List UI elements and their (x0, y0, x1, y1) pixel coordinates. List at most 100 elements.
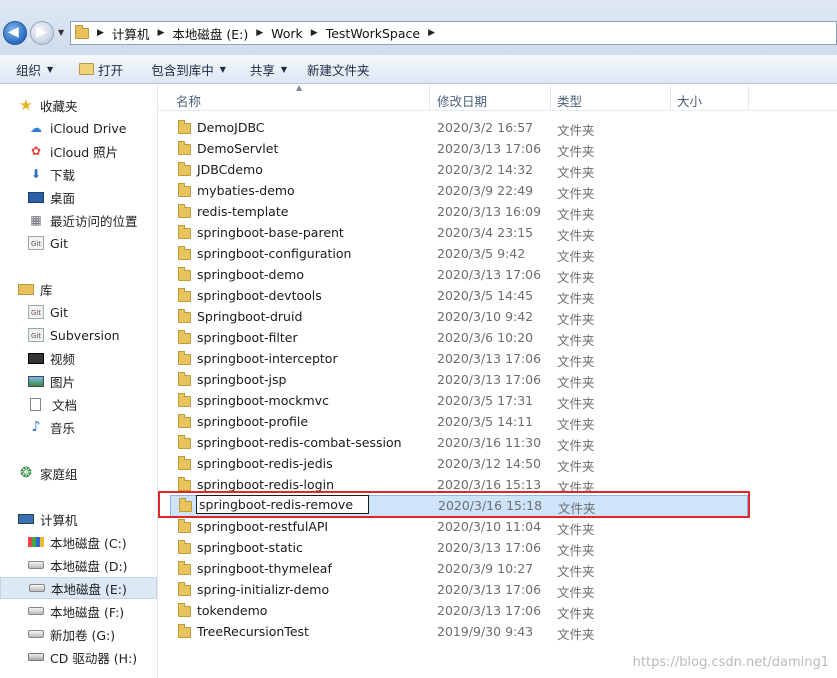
nav-drive-g[interactable]: 新加卷 (G:) (0, 623, 157, 645)
nav-drive-d[interactable]: 本地磁盘 (D:) (0, 554, 157, 576)
table-row[interactable]: springboot-thymeleaf 2020/3/9 10:27 文件夹 (158, 559, 758, 580)
breadcrumb-drive-e[interactable]: 本地磁盘 (E:) (172, 24, 248, 43)
share-button[interactable]: 共享 ▼ (236, 57, 297, 81)
nav-icloud-drive[interactable]: ☁ iCloud Drive (0, 117, 157, 139)
table-row[interactable]: tokendemo 2020/3/13 17:06 文件夹 (158, 601, 758, 622)
table-row[interactable]: springboot-static 2020/3/13 17:06 文件夹 (158, 538, 758, 559)
git-folder-icon: Git (28, 236, 44, 250)
breadcrumb-separator-icon[interactable]: ▶ (256, 28, 263, 38)
table-row[interactable]: springboot-base-parent 2020/3/4 23:15 文件夹 (158, 223, 758, 244)
table-row[interactable]: DemoJDBC 2020/3/2 16:57 文件夹 (158, 118, 758, 139)
nav-libraries[interactable]: 库 (0, 278, 157, 300)
breadcrumb-separator-icon[interactable]: ▶ (428, 28, 435, 38)
watermark: https://blog.csdn.net/daming1 (632, 655, 829, 670)
table-row[interactable]: springboot-configuration 2020/3/5 9:42 文件夹 (158, 244, 758, 265)
hard-drive-icon (28, 561, 44, 569)
column-header-size[interactable]: 大小 (677, 91, 702, 110)
folder-icon (178, 351, 191, 365)
nav-downloads[interactable]: ⬇ 下载 (0, 163, 157, 185)
new-folder-button[interactable]: 新建文件夹 (297, 57, 380, 81)
computer-icon (18, 514, 34, 524)
table-row[interactable]: springboot-redis-combat-session 2020/3/16… (158, 433, 758, 454)
table-row[interactable]: springboot-jsp 2020/3/13 17:06 文件夹 (158, 370, 758, 391)
breadcrumb-testworkspace[interactable]: TestWorkSpace (326, 26, 420, 41)
table-row[interactable]: springboot-filter 2020/3/6 10:20 文件夹 (158, 328, 758, 349)
table-row[interactable]: springboot-profile 2020/3/5 14:11 文件夹 (158, 412, 758, 433)
git-folder-icon: Git (28, 305, 44, 319)
folder-icon (178, 561, 191, 575)
table-row[interactable]: mybaties-demo 2020/3/9 22:49 文件夹 (158, 181, 758, 202)
table-row[interactable]: Springboot-druid 2020/3/10 9:42 文件夹 (158, 307, 758, 328)
table-row[interactable]: springboot-devtools 2020/3/5 14:45 文件夹 (158, 286, 758, 307)
desktop-icon (28, 191, 44, 203)
address-path-box[interactable]: ▶ 计算机 ▶ 本地磁盘 (E:) ▶ Work ▶ TestWorkSpace… (70, 21, 837, 45)
nav-computer[interactable]: 计算机 (0, 508, 157, 530)
table-row[interactable]: springboot-redis-jedis 2020/3/12 14:50 文件夹 (158, 454, 758, 475)
homegroup-icon: ❂ (20, 465, 32, 481)
subversion-folder-icon: Git (28, 328, 44, 342)
folder-icon (178, 582, 191, 596)
table-row[interactable]: TreeRecursionTest 2019/9/30 9:43 文件夹 (158, 622, 758, 643)
breadcrumb-separator-icon[interactable]: ▶ (311, 28, 318, 38)
nav-recent-places[interactable]: ▦ 最近访问的位置 (0, 209, 157, 231)
nav-homegroup[interactable]: ❂ 家庭组 (0, 462, 157, 484)
column-header-name[interactable]: 名称 (176, 91, 201, 110)
organize-button[interactable]: 组织 ▼ (0, 57, 63, 81)
table-row[interactable]: DemoServlet 2020/3/13 17:06 文件夹 (158, 139, 758, 160)
nav-icloud-photos[interactable]: ✿ iCloud 照片 (0, 140, 157, 162)
back-button[interactable]: ◀ (3, 21, 27, 45)
column-header-date[interactable]: 修改日期 (437, 91, 487, 110)
nav-desktop[interactable]: 桌面 (0, 186, 157, 208)
table-row[interactable]: spring-initializr-demo 2020/3/13 17:06 文件夹 (158, 580, 758, 601)
nav-subversion[interactable]: Git Subversion (0, 324, 157, 346)
hard-drive-icon (28, 607, 44, 615)
table-row[interactable]: JDBCdemo 2020/3/2 14:32 文件夹 (158, 160, 758, 181)
folder-icon (178, 309, 191, 323)
address-bar-region: ◀ ▶ ▼ ▶ 计算机 ▶ 本地磁盘 (E:) ▶ Work ▶ TestWor… (0, 0, 837, 55)
folder-icon (178, 456, 191, 470)
chevron-down-icon: ▼ (219, 64, 226, 74)
cloud-icon: ☁ (30, 121, 42, 135)
open-button[interactable]: 打开 (63, 57, 133, 81)
breadcrumb-separator-icon[interactable]: ▶ (97, 28, 104, 38)
table-row[interactable]: springboot-redis-login 2020/3/16 15:13 文件夹 (158, 475, 758, 496)
folder-icon (178, 477, 191, 491)
include-in-library-button[interactable]: 包含到库中 ▼ (133, 57, 236, 81)
breadcrumb-computer[interactable]: 计算机 (112, 24, 150, 43)
nav-drive-h[interactable]: CD 驱动器 (H:) (0, 646, 157, 668)
table-row[interactable]: springboot-restfulAPI 2020/3/10 11:04 文件夹 (158, 517, 758, 538)
column-divider[interactable] (429, 85, 430, 111)
nav-git-library[interactable]: Git Git (0, 301, 157, 323)
nav-videos[interactable]: 视频 (0, 347, 157, 369)
recent-pages-chevron-icon[interactable]: ▼ (58, 28, 64, 37)
video-icon (28, 352, 44, 364)
nav-drive-c[interactable]: 本地磁盘 (C:) (0, 531, 157, 553)
nav-drive-f[interactable]: 本地磁盘 (F:) (0, 600, 157, 622)
table-row[interactable]: springboot-demo 2020/3/13 17:06 文件夹 (158, 265, 758, 286)
file-list: ▲ 名称 修改日期 类型 大小 DemoJDBC 2020/3/2 16:57 文件… (158, 83, 837, 678)
column-divider[interactable] (550, 85, 551, 111)
breadcrumb-separator-icon[interactable]: ▶ (157, 28, 164, 38)
folder-icon (179, 498, 192, 512)
table-row[interactable]: redis-template 2020/3/13 16:09 文件夹 (158, 202, 758, 223)
folder-icon (178, 372, 191, 386)
column-divider[interactable] (670, 85, 671, 111)
nav-music[interactable]: ♪ 音乐 (0, 416, 157, 438)
nav-pictures[interactable]: 图片 (0, 370, 157, 392)
column-divider[interactable] (748, 85, 749, 111)
navigation-pane: ★ 收藏夹 ☁ iCloud Drive ✿ iCloud 照片 ⬇ 下载 桌面 ▦ 最近… (0, 85, 158, 678)
nav-git-favorite[interactable]: Git Git (0, 232, 157, 254)
table-row[interactable]: springboot-mockmvc 2020/3/5 17:31 文件夹 (158, 391, 758, 412)
nav-drive-e[interactable]: 本地磁盘 (E:) (0, 577, 157, 599)
hard-drive-icon (28, 630, 44, 638)
table-row-selected[interactable]: springboot-redis-remove 2020/3/16 15:18 文件… (170, 495, 748, 518)
nav-favorites[interactable]: ★ 收藏夹 (0, 94, 157, 116)
folder-icon (178, 540, 191, 554)
document-icon (30, 397, 41, 411)
column-header-type[interactable]: 类型 (557, 91, 582, 110)
rename-input[interactable]: springboot-redis-remove (196, 495, 370, 514)
table-row[interactable]: springboot-interceptor 2020/3/13 17:06 文件夹 (158, 349, 758, 370)
breadcrumb-work[interactable]: Work (271, 26, 303, 41)
forward-button[interactable]: ▶ (30, 21, 54, 45)
nav-documents[interactable]: 文档 (0, 393, 157, 415)
